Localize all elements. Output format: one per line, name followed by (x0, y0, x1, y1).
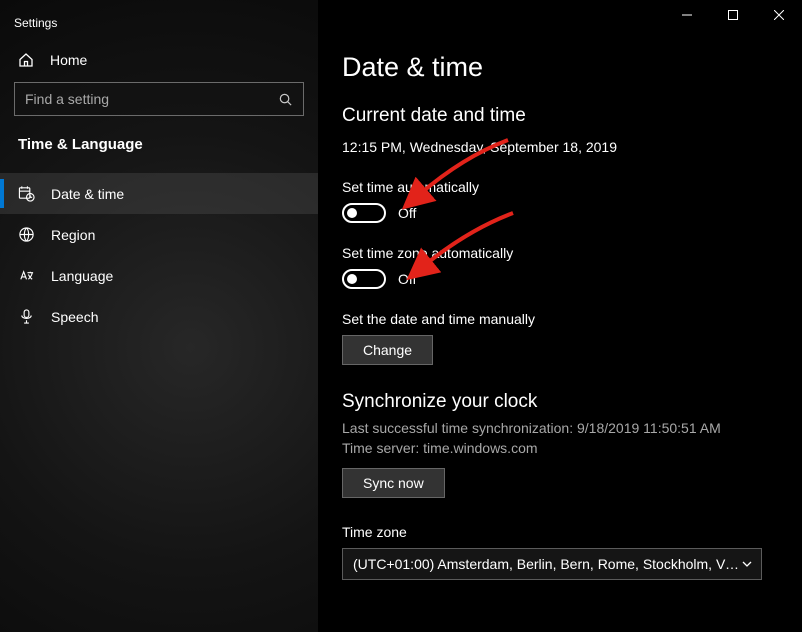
set-manual-label: Set the date and time manually (342, 311, 778, 327)
set-time-auto-state: Off (398, 205, 416, 221)
microphone-icon (18, 308, 35, 325)
sidebar-item-speech[interactable]: Speech (0, 296, 318, 337)
sidebar-item-date-time[interactable]: Date & time (0, 173, 318, 214)
last-sync-text: Last successful time synchronization: 9/… (342, 419, 778, 439)
title-bar (664, 0, 802, 30)
search-box[interactable] (14, 82, 304, 116)
home-label: Home (50, 52, 87, 68)
sidebar-item-label: Date & time (51, 186, 124, 202)
window-title: Settings (0, 10, 318, 42)
section-title: Time & Language (0, 132, 318, 173)
set-tz-auto-state: Off (398, 271, 416, 287)
sidebar-item-region[interactable]: Region (0, 214, 318, 255)
change-button[interactable]: Change (342, 335, 433, 365)
timezone-label: Time zone (342, 524, 778, 540)
chevron-down-icon (741, 558, 753, 570)
close-button[interactable] (756, 0, 802, 30)
maximize-button[interactable] (710, 0, 756, 30)
set-tz-auto-toggle[interactable] (342, 269, 386, 289)
sync-heading: Synchronize your clock (342, 391, 778, 413)
sync-now-button[interactable]: Sync now (342, 468, 445, 498)
sidebar-item-label: Speech (51, 309, 98, 325)
sidebar-item-label: Language (51, 268, 113, 284)
language-icon (18, 267, 35, 284)
globe-icon (18, 226, 35, 243)
home-icon (18, 52, 34, 68)
current-datetime-value: 12:15 PM, Wednesday, September 18, 2019 (342, 139, 778, 155)
timezone-value: (UTC+01:00) Amsterdam, Berlin, Bern, Rom… (353, 556, 741, 572)
sidebar-item-label: Region (51, 227, 95, 243)
set-time-auto-label: Set time automatically (342, 179, 778, 195)
set-tz-auto-label: Set time zone automatically (342, 245, 778, 261)
calendar-clock-icon (18, 185, 35, 202)
home-nav[interactable]: Home (0, 42, 318, 82)
search-icon (278, 92, 293, 107)
timezone-dropdown[interactable]: (UTC+01:00) Amsterdam, Berlin, Bern, Rom… (342, 548, 762, 580)
time-server-text: Time server: time.windows.com (342, 439, 778, 459)
page-title: Date & time (342, 52, 778, 83)
settings-content: Date & time Current date and time 12:15 … (318, 0, 802, 632)
sidebar-item-language[interactable]: Language (0, 255, 318, 296)
search-input[interactable] (25, 91, 278, 107)
settings-sidebar: Settings Home Time & Language (0, 0, 318, 632)
section-current-datetime: Current date and time (342, 105, 778, 127)
set-time-auto-toggle[interactable] (342, 203, 386, 223)
minimize-button[interactable] (664, 0, 710, 30)
